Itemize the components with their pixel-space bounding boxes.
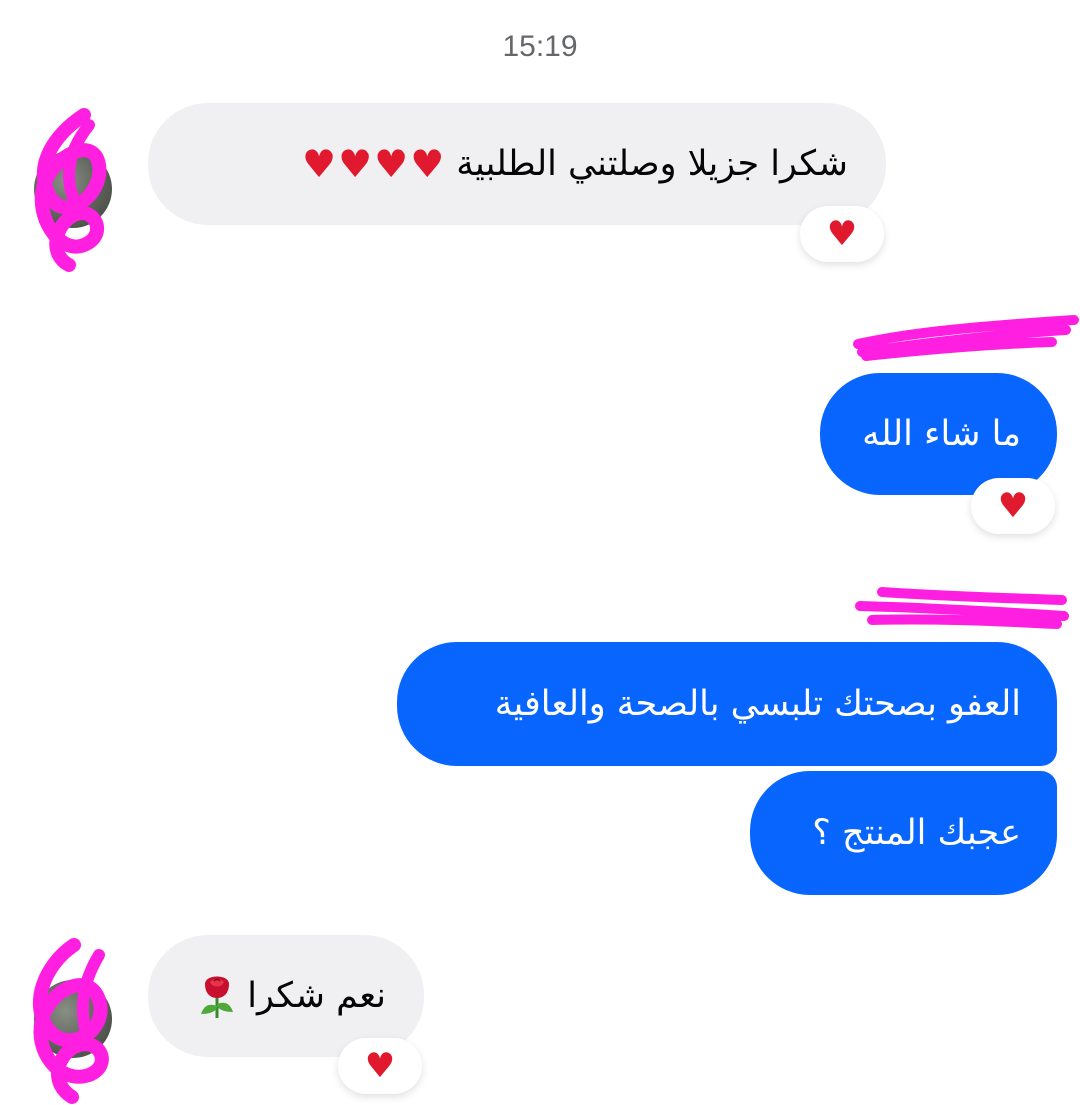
message-bubble-incoming[interactable]: شكرا جزيلا وصلتني الطلبية ♥♥♥♥ bbox=[148, 103, 886, 225]
heart-emoji-icons: ♥♥♥♥ bbox=[302, 142, 447, 186]
message-reaction[interactable]: ♥ bbox=[338, 1038, 422, 1094]
contact-avatar[interactable] bbox=[34, 108, 112, 272]
message-bubble-outgoing[interactable]: عجبك المنتج ؟ bbox=[750, 771, 1057, 895]
message-text: عجبك المنتج ؟ bbox=[812, 813, 1021, 853]
message-text: شكرا جزيلا وصلتني الطلبية bbox=[456, 144, 848, 184]
message-text: العفو بصحتك تلبسي بالصحة والعافية bbox=[494, 684, 1021, 724]
rose-emoji-icon bbox=[201, 976, 234, 1018]
message-reaction[interactable]: ♥ bbox=[971, 478, 1055, 534]
message-text: ما شاء الله bbox=[862, 414, 1021, 454]
heart-icon: ♥ bbox=[826, 214, 858, 254]
contact-avatar[interactable] bbox=[33, 938, 112, 1104]
redaction-scribble bbox=[853, 315, 1079, 361]
message-bubble-outgoing[interactable]: ما شاء الله bbox=[820, 373, 1057, 495]
message-reaction[interactable]: ♥ bbox=[800, 206, 884, 262]
heart-icon: ♥ bbox=[364, 1046, 396, 1086]
redaction-scribble bbox=[855, 587, 1069, 629]
redaction-scribble bbox=[34, 108, 107, 272]
message-bubble-outgoing[interactable]: العفو بصحتك تلبسي بالصحة والعافية bbox=[397, 642, 1057, 766]
chat-timestamp: 15:19 bbox=[502, 30, 578, 63]
heart-icon: ♥ bbox=[997, 486, 1029, 526]
message-text: نعم شكرا bbox=[247, 976, 386, 1016]
